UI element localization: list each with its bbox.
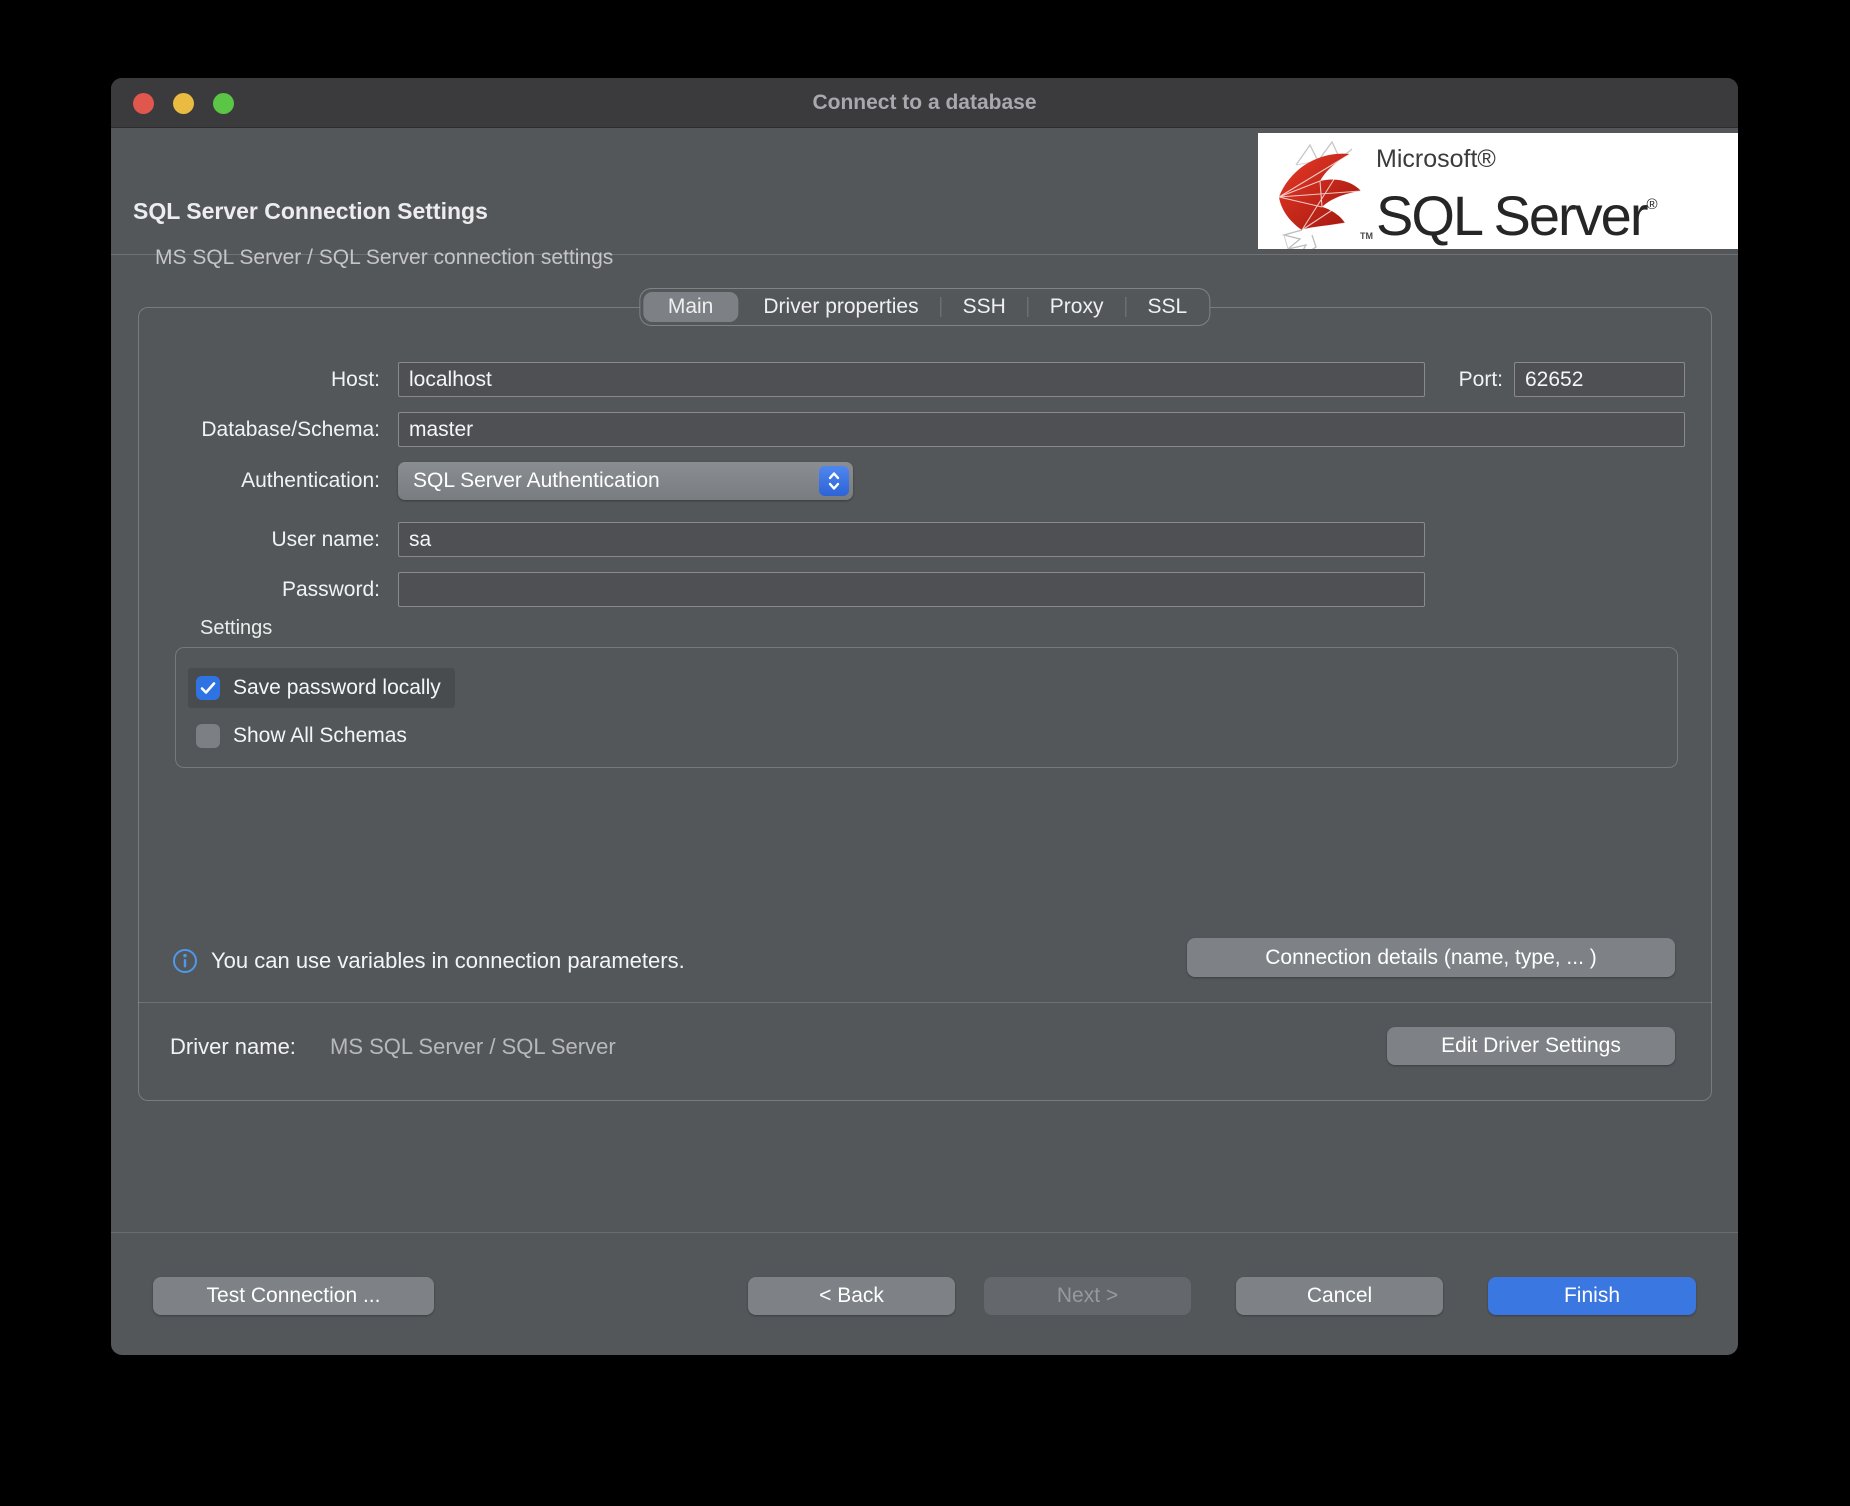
port-input[interactable]	[1514, 362, 1685, 397]
test-connection-button[interactable]: Test Connection ...	[153, 1277, 434, 1315]
driver-name-label: Driver name:	[170, 1034, 296, 1060]
database-input[interactable]	[398, 412, 1685, 447]
logo-tm: TM	[1360, 231, 1373, 241]
back-button[interactable]: < Back	[748, 1277, 955, 1315]
authentication-selected-value: SQL Server Authentication	[398, 469, 819, 493]
connection-details-button[interactable]: Connection details (name, type, ... )	[1187, 938, 1675, 977]
finish-button[interactable]: Finish	[1488, 1277, 1696, 1315]
tab-ssh[interactable]: SSH	[941, 289, 1028, 325]
tab-main[interactable]: Main	[643, 292, 739, 322]
titlebar[interactable]: Connect to a database	[111, 78, 1738, 128]
host-label: Host:	[151, 362, 380, 397]
logo-brand: Microsoft®	[1376, 145, 1658, 174]
show-all-schemas-row[interactable]: Show All Schemas	[188, 716, 421, 756]
username-label: User name:	[151, 522, 380, 557]
tab-proxy[interactable]: Proxy	[1028, 289, 1126, 325]
save-password-checkbox[interactable]	[196, 676, 220, 700]
authentication-label: Authentication:	[151, 463, 380, 498]
save-password-row[interactable]: Save password locally	[188, 668, 455, 708]
footer-divider	[111, 1232, 1738, 1233]
info-icon	[172, 948, 198, 979]
logo-product: SQL Server®	[1376, 176, 1658, 245]
username-input[interactable]	[398, 522, 1425, 557]
page-subtitle: MS SQL Server / SQL Server connection se…	[155, 246, 613, 270]
authentication-select[interactable]: SQL Server Authentication	[398, 462, 853, 500]
tab-driver-properties[interactable]: Driver properties	[741, 289, 940, 325]
driver-name-value: MS SQL Server / SQL Server	[330, 1034, 616, 1060]
tab-ssl[interactable]: SSL	[1125, 289, 1209, 325]
cancel-button[interactable]: Cancel	[1236, 1277, 1443, 1315]
dialog-header: SQL Server Connection Settings MS SQL Se…	[111, 128, 1738, 255]
traffic-lights	[133, 78, 234, 128]
password-input[interactable]	[398, 572, 1425, 607]
show-all-schemas-checkbox[interactable]	[196, 724, 220, 748]
page-title: SQL Server Connection Settings	[133, 198, 488, 225]
host-input[interactable]	[398, 362, 1425, 397]
save-password-label: Save password locally	[233, 676, 441, 700]
edit-driver-settings-button[interactable]: Edit Driver Settings	[1387, 1027, 1675, 1065]
sql-server-logo: Microsoft® SQL Server® TM	[1258, 133, 1738, 249]
panel-divider	[138, 1002, 1712, 1003]
screen-background: Connect to a database SQL Server Connect…	[0, 0, 1850, 1506]
connect-dialog-window: Connect to a database SQL Server Connect…	[111, 78, 1738, 1355]
settings-group-box: Save password locally Show All Schemas	[175, 647, 1678, 768]
next-button: Next >	[984, 1277, 1191, 1315]
window-title: Connect to a database	[812, 91, 1036, 115]
chevron-up-down-icon	[819, 466, 849, 496]
password-label: Password:	[151, 572, 380, 607]
tab-strip: Main Driver properties SSH Proxy SSL	[639, 288, 1210, 326]
info-message: You can use variables in connection para…	[211, 948, 685, 974]
minimize-window-button[interactable]	[173, 93, 194, 114]
checkmark-icon	[200, 681, 216, 695]
show-all-schemas-label: Show All Schemas	[233, 724, 407, 748]
zoom-window-button[interactable]	[213, 93, 234, 114]
close-window-button[interactable]	[133, 93, 154, 114]
settings-group-label: Settings	[200, 617, 272, 640]
port-label: Port:	[1411, 362, 1503, 397]
database-label: Database/Schema:	[151, 412, 380, 447]
